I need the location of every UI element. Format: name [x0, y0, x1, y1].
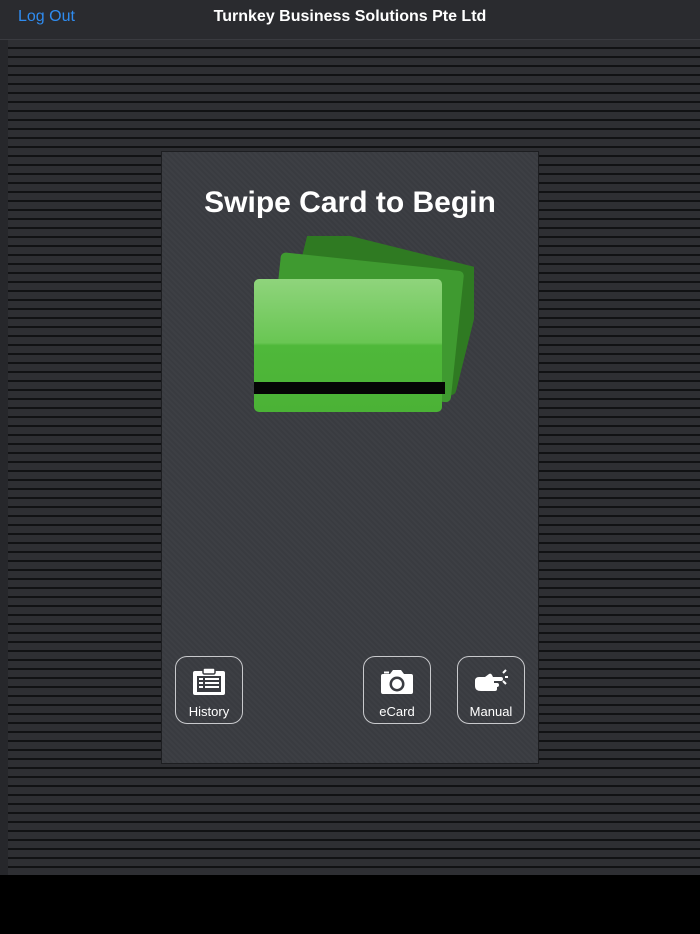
history-button[interactable]: History: [175, 656, 243, 724]
app-screen: Log Out Turnkey Business Solutions Pte L…: [0, 0, 700, 934]
swipe-card-heading: Swipe Card to Begin: [204, 186, 496, 219]
credit-cards-icon: [254, 236, 474, 412]
camera-icon: [364, 667, 430, 697]
background-edge: [0, 40, 8, 875]
manual-label: Manual: [469, 704, 513, 719]
manual-button[interactable]: Manual: [457, 656, 525, 724]
ecard-label: eCard: [379, 704, 415, 719]
page-title: Turnkey Business Solutions Pte Ltd: [213, 8, 487, 25]
history-label: History: [188, 704, 230, 719]
ecard-button[interactable]: eCard: [363, 656, 431, 724]
navigation-bar: Log Out Turnkey Business Solutions Pte L…: [0, 0, 700, 40]
clipboard-icon: [176, 667, 242, 697]
pointing-hand-icon: [458, 667, 524, 697]
swipe-card-panel: Swipe Card to Begin History eCard Manual: [162, 152, 538, 763]
